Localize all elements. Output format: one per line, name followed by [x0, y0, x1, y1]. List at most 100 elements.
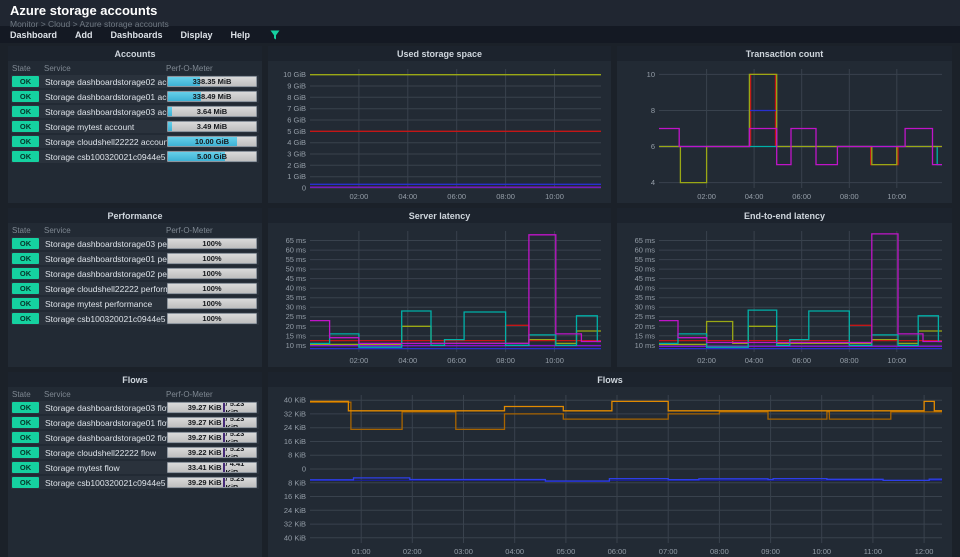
perf-value-out: / 4.41 KiB [225, 462, 245, 473]
svg-text:08:00: 08:00 [496, 356, 515, 365]
perf-value-out: / 5.23 KiB [225, 447, 245, 458]
svg-text:02:00: 02:00 [697, 192, 716, 201]
service-link[interactable]: Storage dashboardstorage01 account [39, 92, 167, 102]
svg-text:1 GiB: 1 GiB [287, 172, 306, 181]
perf-o-meter[interactable]: 39.29 KiB/ 5.23 KiB [167, 477, 257, 488]
chart-used-storage-space[interactable]: 0 1 GiB 2 GiB 3 GiB 4 GiB 5 GiB 6 GiB 7 GiB 8 Gi… [268, 61, 611, 203]
menu-help[interactable]: Help [231, 30, 251, 40]
state-badge[interactable]: OK [12, 253, 39, 264]
state-badge[interactable]: OK [12, 238, 39, 249]
svg-text:10:00: 10:00 [887, 356, 906, 365]
service-link[interactable]: Storage dashboardstorage03 performance [39, 239, 167, 249]
svg-text:10 GiB: 10 GiB [283, 70, 306, 79]
service-link[interactable]: Storage cloudshell22222 performance [39, 284, 167, 294]
service-link[interactable]: Storage csb100320021c0944e5 flow [39, 478, 167, 488]
perf-value-in: 39.27 KiB [187, 403, 222, 412]
svg-text:16 KiB: 16 KiB [284, 437, 306, 446]
state-badge[interactable]: OK [12, 462, 39, 473]
table-row: OKStorage dashboardstorage03 performance… [11, 237, 259, 250]
state-badge[interactable]: OK [12, 402, 39, 413]
service-link[interactable]: Storage csb100320021c0944e5 account [39, 152, 167, 162]
perf-o-meter[interactable]: 338.35 MiB [167, 76, 257, 87]
chart-transaction-count[interactable]: 4 6 8 10 02:00 04:00 06:00 08:00 10:00 [617, 61, 952, 203]
perf-value-out: / 5.23 KiB [225, 432, 245, 443]
perf-o-meter[interactable]: 338.49 MiB [167, 91, 257, 102]
svg-text:25 ms: 25 ms [635, 312, 656, 321]
state-badge[interactable]: OK [12, 283, 39, 294]
perf-o-meter[interactable]: 39.27 KiB/ 5.23 KiB [167, 432, 257, 443]
service-link[interactable]: Storage dashboardstorage02 performance [39, 269, 167, 279]
table-row: OK Storage mytest flow 33.41 KiB/ 4.41 KiB [11, 461, 259, 474]
service-link[interactable]: Storage dashboardstorage01 flow [39, 418, 167, 428]
service-link[interactable]: Storage dashboardstorage03 flow [39, 403, 167, 413]
perf-value: 100% [202, 299, 222, 308]
service-link[interactable]: Storage csb100320021c0944e5 performance [39, 314, 167, 324]
state-badge[interactable]: OK [12, 432, 39, 443]
perf-o-meter[interactable]: 100% [167, 313, 257, 324]
perf-o-meter[interactable]: 33.41 KiB/ 4.41 KiB [167, 462, 257, 473]
state-badge[interactable]: OK [12, 477, 39, 488]
chart-flows[interactable]: 40 KiB 32 KiB 24 KiB 16 KiB 8 KiB 0 8 KiB 16 Ki… [268, 387, 952, 557]
table-row: OK Storage cloudshell22222 flow 39.22 KiB /… [11, 446, 259, 459]
svg-text:55 ms: 55 ms [286, 255, 307, 264]
svg-text:40 KiB: 40 KiB [284, 396, 306, 405]
perf-o-meter[interactable]: 39.22 KiB/ 5.23 KiB [167, 447, 257, 458]
perf-o-meter[interactable]: 100% [167, 298, 257, 309]
chart-server-latency[interactable]: 10 ms 15 ms 20 ms 25 ms 30 ms 35 ms 40 ms 45 ms… [268, 223, 611, 367]
perf-o-meter[interactable]: 5.00 GiB [167, 151, 257, 162]
state-badge[interactable]: OK [12, 151, 39, 162]
panel-title-performance: Performance [8, 208, 262, 223]
state-badge[interactable]: OK [12, 313, 39, 324]
service-link[interactable]: Storage dashboardstorage02 account [39, 77, 167, 87]
state-badge[interactable]: OK [12, 447, 39, 458]
perf-o-meter[interactable]: 100% [167, 238, 257, 249]
state-badge[interactable]: OK [12, 91, 39, 102]
state-badge[interactable]: OK [12, 106, 39, 117]
panel-accounts: Accounts State Service Perf-O-Meter OK St… [8, 46, 262, 203]
perf-o-meter[interactable]: 3.49 MiB [167, 121, 257, 132]
svg-text:10:00: 10:00 [887, 192, 906, 201]
col-perf-o-meter: Perf-O-Meter [166, 390, 213, 399]
perf-o-meter[interactable]: 3.64 MiB [167, 106, 257, 117]
filter-icon[interactable] [270, 30, 280, 40]
table-row: OKStorage dashboardstorage02 account 338.… [11, 75, 259, 88]
menu-dashboards[interactable]: Dashboards [111, 30, 163, 40]
table-header: State Service Perf-O-Meter [8, 387, 262, 401]
col-service: Service [44, 226, 71, 235]
svg-text:16 KiB: 16 KiB [284, 492, 306, 501]
svg-text:02:00: 02:00 [350, 356, 369, 365]
state-badge[interactable]: OK [12, 417, 39, 428]
chart-title-transaction-count: Transaction count [617, 46, 952, 61]
service-link[interactable]: Storage mytest account [39, 122, 167, 132]
table-row: OKStorage csb100320021c0944e5 account 5.0… [11, 150, 259, 163]
service-link[interactable]: Storage dashboardstorage03 account [39, 107, 167, 117]
state-badge[interactable]: OK [12, 76, 39, 87]
state-badge[interactable]: OK [12, 136, 39, 147]
menu-dashboard[interactable]: Dashboard [10, 30, 57, 40]
perf-o-meter[interactable]: 39.27 KiB/ 5.23 KiB [167, 417, 257, 428]
menu-add[interactable]: Add [75, 30, 93, 40]
menu-display[interactable]: Display [181, 30, 213, 40]
service-link[interactable]: Storage dashboardstorage01 performance [39, 254, 167, 264]
service-link[interactable]: Storage mytest performance [39, 299, 167, 309]
table-row: OKStorage csb100320021c0944e5 performanc… [11, 312, 259, 325]
table-header: State Service Perf-O-Meter [8, 61, 262, 75]
perf-value: 3.49 MiB [196, 122, 228, 131]
table-header: State Service Perf-O-Meter [8, 223, 262, 237]
service-link[interactable]: Storage mytest flow [39, 463, 167, 473]
chart-end-to-end-latency[interactable]: 10 ms 15 ms 20 ms 25 ms 30 ms 35 ms 40 ms 45 ms… [617, 223, 952, 367]
svg-text:6: 6 [651, 142, 655, 151]
state-badge[interactable]: OK [12, 268, 39, 279]
perf-o-meter[interactable]: 100% [167, 268, 257, 279]
state-badge[interactable]: OK [12, 121, 39, 132]
perf-o-meter[interactable]: 100% [167, 253, 257, 264]
service-link[interactable]: Storage dashboardstorage02 flow [39, 433, 167, 443]
perf-o-meter[interactable]: 39.27 KiB/ 5.23 KiB [167, 402, 257, 413]
service-link[interactable]: Storage cloudshell22222 account [39, 137, 167, 147]
table-row: OK Storage mytest performance 100% [11, 297, 259, 310]
perf-o-meter[interactable]: 10.00 GiB [167, 136, 257, 147]
svg-text:10 ms: 10 ms [635, 341, 656, 350]
service-link[interactable]: Storage cloudshell22222 flow [39, 448, 167, 458]
state-badge[interactable]: OK [12, 298, 39, 309]
perf-o-meter[interactable]: 100% [167, 283, 257, 294]
